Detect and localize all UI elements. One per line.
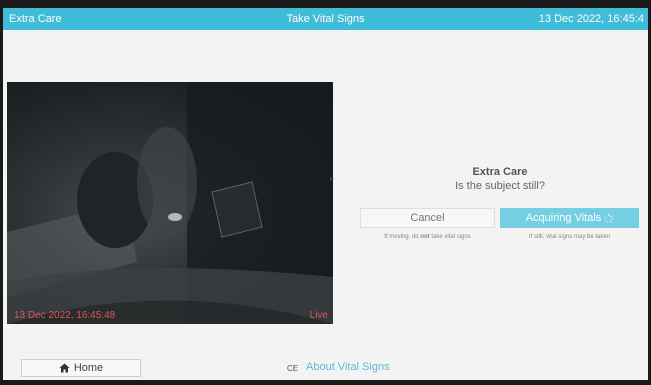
camera-scene bbox=[7, 82, 333, 324]
video-timestamp: 13 Dec 2022, 16:45:48 bbox=[14, 310, 116, 321]
cancel-button-label: Cancel bbox=[410, 212, 445, 224]
ce-mark: CE bbox=[287, 364, 299, 373]
still-hint: If still, vital signs may be taken bbox=[528, 234, 611, 240]
camera-feed: 13 Dec 2022, 16:45:48 Live bbox=[7, 82, 333, 324]
cancel-button[interactable]: Cancel bbox=[360, 208, 495, 228]
title-bar: Extra Care Take Vital Signs 13 Dec 2022,… bbox=[3, 8, 648, 30]
acquiring-vitals-button[interactable]: Acquiring Vitals bbox=[500, 208, 639, 228]
home-button[interactable]: Home bbox=[21, 359, 141, 377]
stillness-question: Is the subject still? bbox=[455, 180, 545, 192]
panel-title: Extra Care bbox=[472, 166, 528, 178]
loading-spinner-icon bbox=[604, 213, 614, 223]
about-vital-signs-link[interactable]: About Vital Signs bbox=[306, 361, 390, 373]
datetime: 13 Dec 2022, 16:45:4 bbox=[538, 13, 644, 25]
moving-hint: If moving, do not take vital signs bbox=[384, 234, 471, 240]
home-icon bbox=[59, 363, 70, 373]
acquiring-vitals-label: Acquiring Vitals bbox=[525, 212, 602, 224]
device-screen: Extra Care Take Vital Signs 13 Dec 2022,… bbox=[3, 8, 648, 380]
live-indicator: Live bbox=[309, 310, 328, 321]
home-button-label: Home bbox=[73, 362, 104, 374]
cursor-icon: ▹ bbox=[330, 174, 335, 183]
